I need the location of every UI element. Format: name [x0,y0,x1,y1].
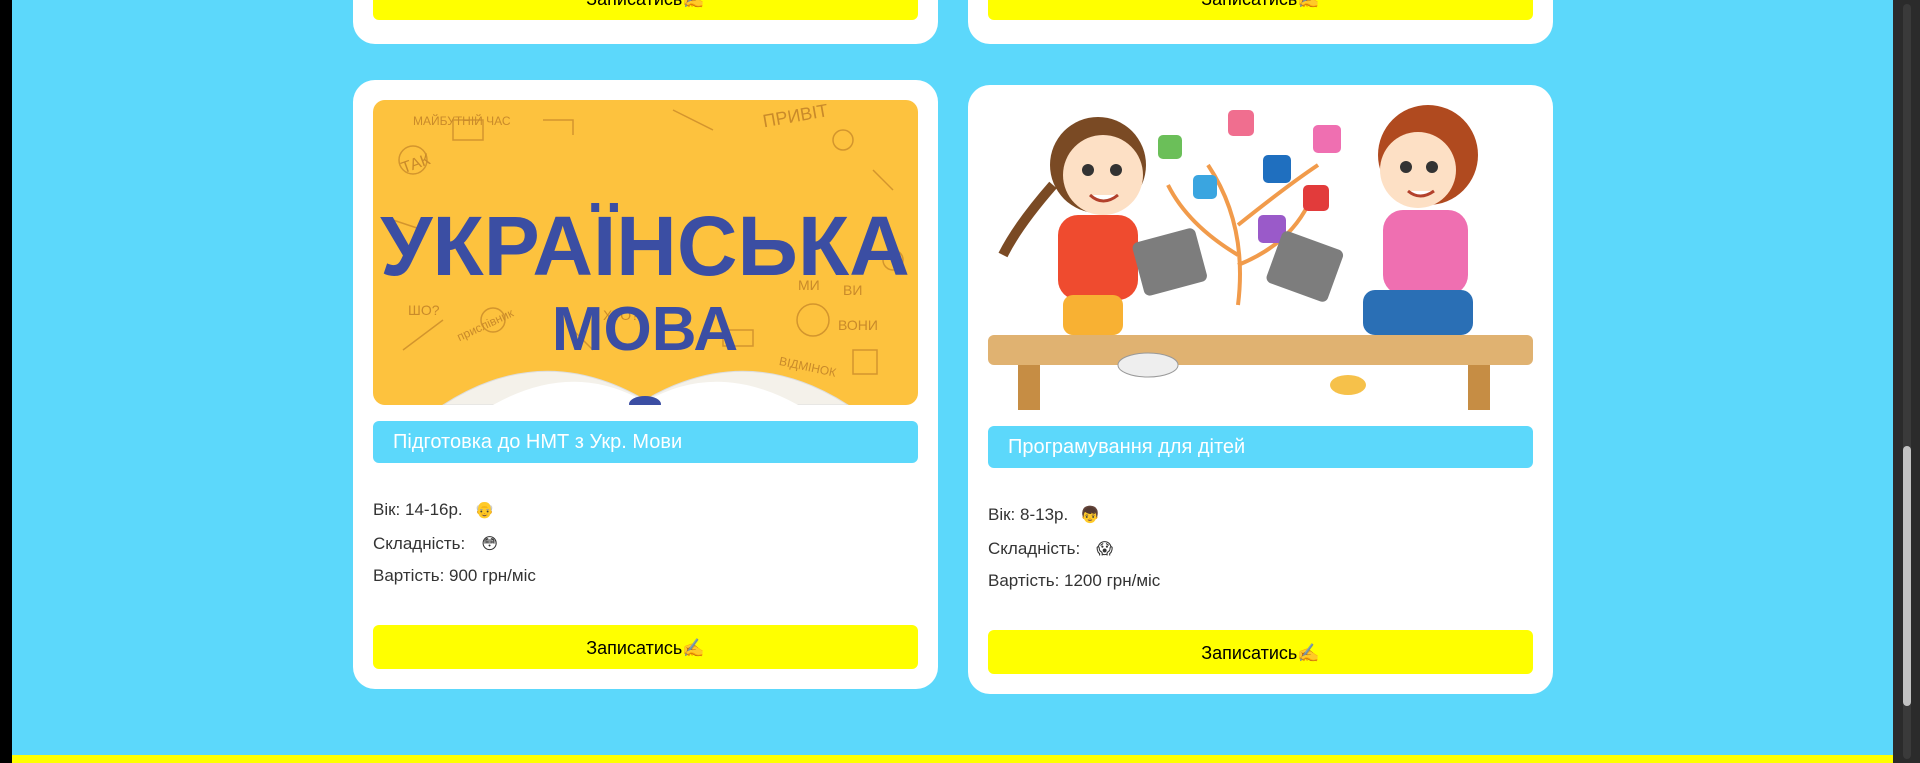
enroll-button[interactable]: Записатись✍️ [373,625,918,669]
course-card-ukrainian: МАЙБУТНІЙ ЧАС ПРИВІТ ТАК МИ ВИ ВОНИ ХТО?… [353,80,938,689]
enroll-button[interactable]: Записатись✍️ [988,630,1533,674]
doodle-text: ШО? [408,302,440,318]
course-title: Програмування для дітей [988,426,1533,468]
app-icon [1303,185,1329,211]
boy-icon: 👦 [1080,507,1101,524]
price-line: Вартість: 900 грн/міс [373,566,536,585]
doodle-text: ПРИВІТ [761,100,829,131]
course-card-programming: Програмування для дітей Вік: 8-13р. 👦 Скл… [968,85,1553,694]
difficulty-line: Складність: 😳 [373,534,498,554]
old-man-icon: 👴 [474,502,495,519]
image-title-sub: МОВА [552,295,738,364]
enroll-button[interactable]: Записатись✍️ [988,0,1533,20]
course-card-top-right: Записатись✍️ [968,0,1553,44]
course-card-top-left: Записатись✍️ [353,0,938,44]
kids-with-tablets-illustration [988,105,1533,410]
enroll-button[interactable]: Записатись✍️ [373,0,918,20]
app-icon [1228,110,1254,136]
ukrainian-book-illustration: МАЙБУТНІЙ ЧАС ПРИВІТ ТАК МИ ВИ ВОНИ ХТО?… [380,100,910,405]
app-icon [1263,155,1291,183]
difficulty-text: Складність: [988,539,1081,558]
doodle-text: ВІДМІНОК [778,354,837,380]
course-title: Підготовка до НМТ з Укр. Мови [373,421,918,463]
price-line: Вартість: 1200 грн/міс [988,571,1161,590]
age-line: Вік: 8-13р. 👦 [988,505,1100,525]
doodle-text: ВОНИ [838,317,878,333]
doodle-text: МАЙБУТНІЙ ЧАС [413,113,511,128]
age-line: Вік: 14-16р. 👴 [373,500,495,520]
app-icon [1158,135,1182,159]
flushed-face-icon: 😳 [481,536,498,553]
app-icon [1193,175,1217,199]
page-background: Записатись✍️ Записатись✍️ МАЙБУТНІЙ ЧАС … [12,0,1893,763]
programming-kids-image [988,105,1533,410]
footer-top-strip [12,755,1893,763]
image-title-main: УКРАЇНСЬКА [380,199,910,293]
age-text: Вік: 8-13р. [988,505,1069,524]
ukrainian-language-image: МАЙБУТНІЙ ЧАС ПРИВІТ ТАК МИ ВИ ВОНИ ХТО?… [373,100,918,405]
vertical-scrollbar[interactable] [1893,0,1920,763]
app-icon [1313,125,1341,153]
difficulty-text: Складність: [373,534,466,553]
scrollbar-thumb[interactable] [1903,446,1911,706]
screaming-face-icon: 😱 [1096,541,1113,558]
age-text: Вік: 14-16р. [373,500,463,519]
difficulty-line: Складність: 😱 [988,539,1113,559]
